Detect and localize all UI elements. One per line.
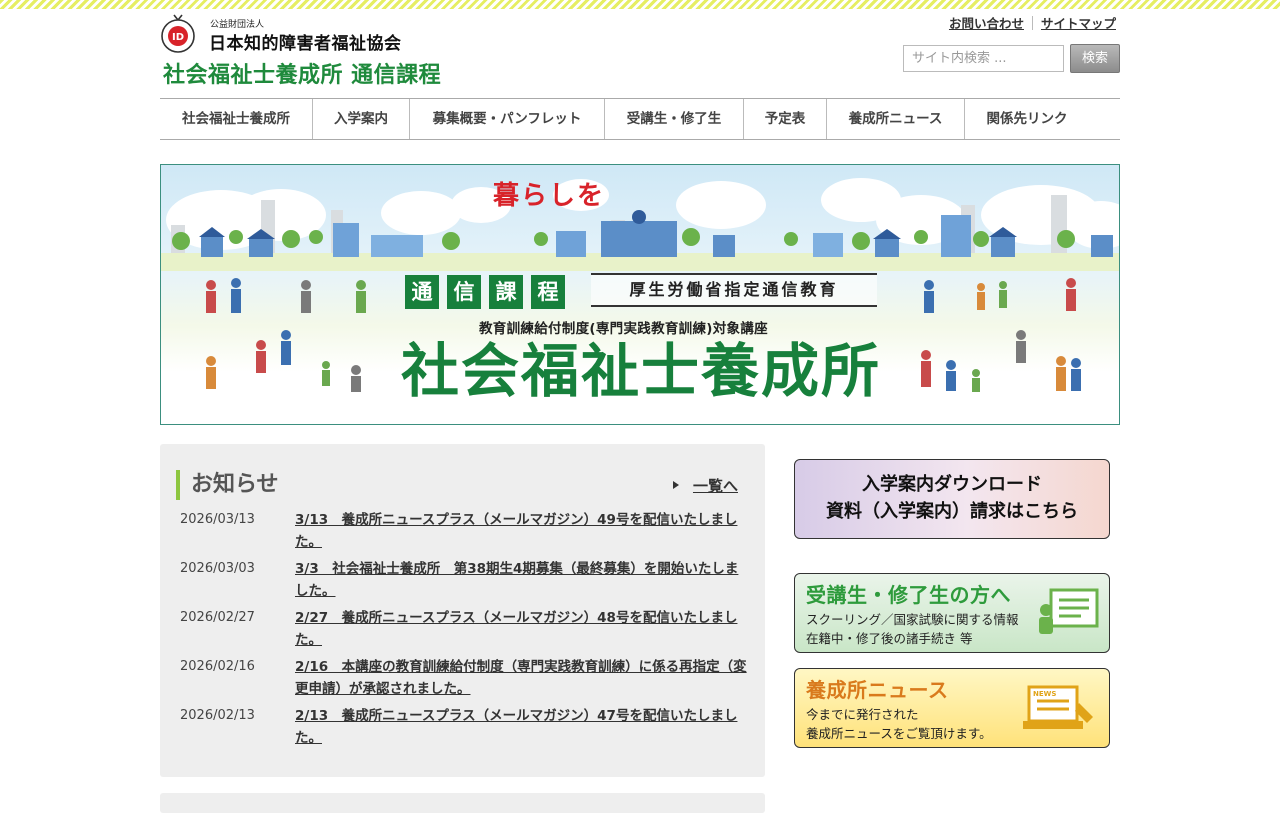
heading-accent	[176, 470, 180, 500]
news-banner-desc: 今までに発行された 養成所ニュースをご覧頂けます。	[806, 705, 992, 743]
news-banner-title: 養成所ニュース	[806, 678, 949, 702]
news-date: 2026/03/03	[180, 561, 255, 576]
banner-ministry: 厚生労働省指定通信教育	[591, 273, 877, 307]
students-desc: スクーリング／国家試験に関する情報 在籍中・修了後の諸手続き 等	[806, 610, 1019, 648]
news-title-link[interactable]: 2/27 養成所ニュースプラス（メールマガジン）48号を配信いたしました。	[295, 607, 747, 656]
students-desc-line2: 在籍中・修了後の諸手続き 等	[806, 631, 973, 646]
news-list: 2026/03/13 3/13 養成所ニュースプラス（メールマガジン）49号を配…	[180, 509, 750, 754]
news-title-link[interactable]: 3/3 社会福祉士養成所 第38期生4期募集（最終募集）を開始いたしました。	[295, 558, 747, 607]
news-icon-label: NEWS	[1033, 690, 1056, 698]
news-heading: お知らせ	[191, 472, 279, 497]
banner-tagline: 暮らしを	[493, 181, 606, 211]
banner-tag: 通	[405, 275, 439, 309]
teacher-board-icon	[1039, 588, 1099, 634]
site-title[interactable]: 社会福祉士養成所 通信課程	[163, 57, 441, 89]
news-banner-desc-line2: 養成所ニュースをご覧頂けます。	[806, 726, 992, 741]
search-input[interactable]: サイト内検索 ...	[903, 45, 1064, 72]
banner-tag: 信	[447, 275, 481, 309]
nav-item-news[interactable]: 養成所ニュース	[827, 99, 965, 139]
next-section-edge	[160, 793, 765, 813]
sitemap-link[interactable]: サイトマップ	[1041, 13, 1116, 32]
news-banner-desc-line1: 今までに発行された	[806, 707, 919, 722]
nav-item-recruitment[interactable]: 募集概要・パンフレット	[410, 99, 605, 139]
news-item: 2026/02/16 2/16 本講座の教育訓練給付制度（専門実践教育訓練）に係…	[180, 656, 750, 705]
download-line2: 資料（入学案内）請求はこちら	[826, 501, 1078, 522]
arrow-right-icon	[673, 481, 679, 489]
news-item: 2026/03/13 3/13 養成所ニュースプラス（メールマガジン）49号を配…	[180, 509, 750, 558]
news-date: 2026/02/16	[180, 659, 255, 674]
students-banner[interactable]: 受講生・修了生の方へ スクーリング／国家試験に関する情報 在籍中・修了後の諸手続…	[794, 573, 1110, 653]
download-brochure-button[interactable]: 入学案内ダウンロード 資料（入学案内）請求はこちら	[794, 459, 1110, 539]
nav-item-school[interactable]: 社会福祉士養成所	[160, 99, 313, 139]
news-more-link[interactable]: 一覧へ	[693, 475, 738, 496]
news-section: お知らせ 一覧へ 2026/03/13 3/13 養成所ニュースプラス（メールマ…	[160, 444, 765, 777]
banner-tag-group: 通 信 課 程	[405, 275, 565, 309]
news-title-link[interactable]: 2/13 養成所ニュースプラス（メールマガジン）47号を配信いたしました。	[295, 705, 747, 754]
banner-tag: 課	[489, 275, 523, 309]
search-button[interactable]: 検索	[1070, 44, 1120, 73]
banner-subtitle: 教育訓練給付制度(専門実践教育訓練)対象講座	[479, 321, 768, 337]
org-name[interactable]: 日本知的障害者福祉協会	[209, 29, 402, 54]
nav-item-students[interactable]: 受講生・修了生	[605, 99, 744, 139]
nav-item-schedule[interactable]: 予定表	[744, 99, 827, 139]
news-title-link[interactable]: 2/16 本講座の教育訓練給付制度（専門実践教育訓練）に係る再指定（変更申請）が…	[295, 656, 747, 705]
news-banner[interactable]: 養成所ニュース 今までに発行された 養成所ニュースをご覧頂けます。 NEWS	[794, 668, 1110, 748]
hero-banner[interactable]: 暮らしを 通 信 課 程 厚生労働省指定通信教育 教育訓練給付制度(専門実践教育…	[160, 164, 1120, 425]
news-date: 2026/02/13	[180, 708, 255, 723]
students-title: 受講生・修了生の方へ	[806, 583, 1011, 607]
svg-text:ID: ID	[172, 32, 184, 43]
news-item: 2026/03/03 3/3 社会福祉士養成所 第38期生4期募集（最終募集）を…	[180, 558, 750, 607]
banner-tag: 程	[531, 275, 565, 309]
divider	[1031, 15, 1033, 30]
students-desc-line1: スクーリング／国家試験に関する情報	[806, 612, 1019, 627]
nav-item-links[interactable]: 関係先リンク	[965, 99, 1089, 139]
news-title-link[interactable]: 3/13 養成所ニュースプラス（メールマガジン）49号を配信いたしました。	[295, 509, 747, 558]
nav-item-admission[interactable]: 入学案内	[313, 99, 410, 139]
banner-main-title: 社会福祉士養成所	[401, 337, 882, 405]
association-logo-icon[interactable]: ID	[160, 14, 196, 54]
news-date: 2026/02/27	[180, 610, 255, 625]
main-nav: 社会福祉士養成所 入学案内 募集概要・パンフレット 受講生・修了生 予定表 養成…	[160, 98, 1120, 140]
contact-link[interactable]: お問い合わせ	[949, 13, 1024, 32]
utility-links: お問い合わせ サイトマップ	[949, 13, 1116, 32]
news-date: 2026/03/13	[180, 512, 255, 527]
news-item: 2026/02/13 2/13 養成所ニュースプラス（メールマガジン）47号を配…	[180, 705, 750, 754]
laptop-news-icon: NEWS	[1023, 685, 1093, 729]
download-line1: 入学案内ダウンロード	[862, 474, 1042, 495]
news-item: 2026/02/27 2/27 養成所ニュースプラス（メールマガジン）48号を配…	[180, 607, 750, 656]
